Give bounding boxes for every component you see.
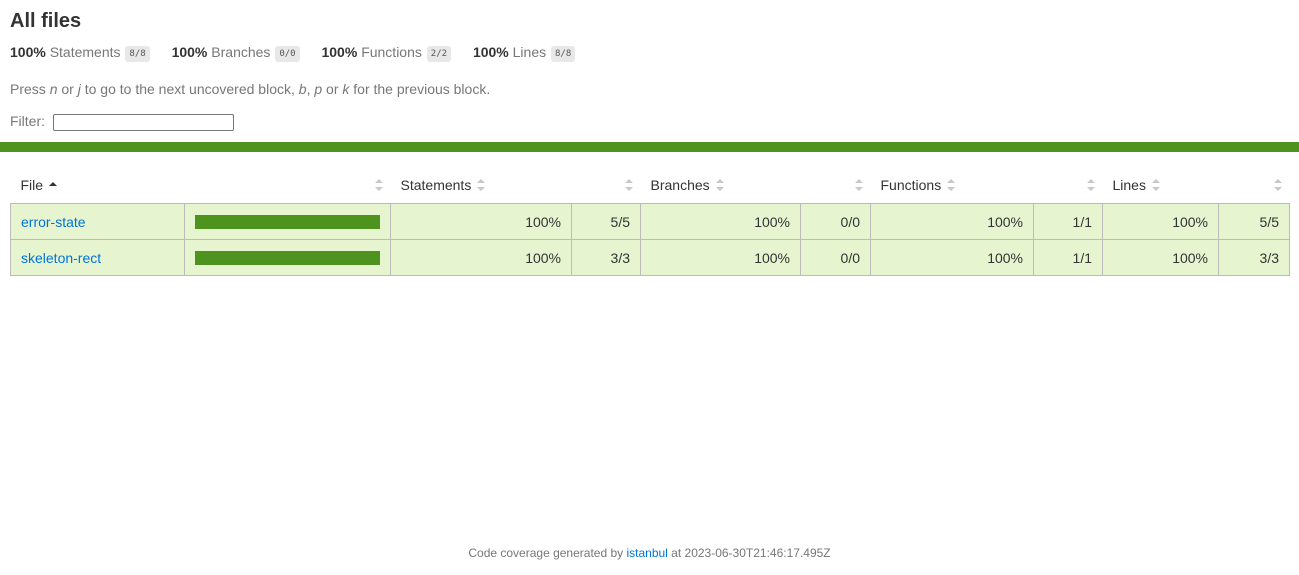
file-link[interactable]: skeleton-rect [21,250,101,266]
summary-lines: 100% Lines 8/8 [472,41,576,65]
lines-pct: 100% [1102,203,1219,240]
footer: Code coverage generated by istanbul at 2… [0,545,1299,561]
header-branches-raw[interactable] [801,167,871,204]
table-row: error-state 100% 5/5 100% 0/0 100% 1/1 1… [10,203,1290,240]
summary-functions-fraction: 2/2 [426,46,452,62]
sort-icon [374,179,383,191]
summary-statements: 100% Statements 8/8 [10,41,150,65]
summary-lines-fraction: 8/8 [551,46,576,62]
header-functions-label: Functions [880,177,942,193]
summary-functions-pct: 100% [321,44,358,60]
sort-icon [1273,179,1282,191]
header-branches-label: Branches [650,177,710,193]
statements-pct: 100% [390,203,572,240]
sort-icon [624,179,633,191]
lines-fraction: 5/5 [1218,203,1290,240]
filter-row: Filter: [10,110,1289,132]
sort-icon [477,179,486,192]
footer-suffix: at 2023-06-30T21:46:17.495Z [667,546,831,560]
header-statements-label: Statements [400,177,472,193]
hint-prefix: Press [10,81,50,97]
hint-suffix: for the previous block. [349,81,491,97]
sort-icon [1086,179,1095,191]
header-lines[interactable]: Lines [1103,167,1219,204]
lines-fraction: 3/3 [1218,239,1290,276]
header-file-label: File [20,177,44,193]
hint-mid: to go to the next uncovered block, [80,81,299,97]
table-row: skeleton-rect 100% 3/3 100% 0/0 100% 1/1… [10,239,1290,276]
coverage-status-bar [0,142,1299,152]
summary-statements-label: Statements [49,44,121,60]
coverage-chart-cell [184,203,391,240]
header-area: All files 100% Statements 8/8 100% Branc… [0,0,1299,132]
table-header-row: File Statements Branches Functions Lines [11,167,1290,204]
filter-input[interactable] [52,113,234,131]
sort-icon [854,179,863,191]
coverage-bar [195,250,380,265]
coverage-bar [195,214,380,229]
file-cell: skeleton-rect [10,239,185,276]
branches-pct: 100% [640,203,801,240]
istanbul-link[interactable]: istanbul [626,546,667,560]
summary-branches: 100% Branches 0/0 [172,41,300,65]
summary-branches-fraction: 0/0 [275,46,300,62]
summary-lines-label: Lines [512,44,547,60]
functions-pct: 100% [870,239,1034,276]
header-functions-raw[interactable] [1034,167,1103,204]
summary-statements-pct: 100% [10,44,46,60]
header-file[interactable]: File [11,167,185,204]
sort-ascending-icon [49,182,58,187]
header-branches[interactable]: Branches [641,167,801,204]
coverage-chart-cell [184,239,391,276]
hint-key-b: b [298,81,307,97]
hint-or-1: or [57,81,78,97]
sort-icon [947,179,956,192]
summary-statements-fraction: 8/8 [125,46,150,62]
page-title: All files [10,10,82,32]
summary-branches-label: Branches [211,44,271,60]
coverage-summary: 100% Statements 8/8 100% Branches 0/0 10… [10,41,1289,63]
functions-fraction: 1/1 [1033,239,1103,276]
functions-pct: 100% [870,203,1034,240]
branches-fraction: 0/0 [800,203,871,240]
branches-pct: 100% [640,239,801,276]
header-file-chart[interactable] [185,167,391,204]
header-lines-label: Lines [1112,177,1146,193]
header-lines-raw[interactable] [1219,167,1290,204]
functions-fraction: 1/1 [1033,203,1103,240]
filter-label: Filter: [10,113,45,129]
summary-functions-label: Functions [361,44,422,60]
coverage-table: File Statements Branches Functions Lines… [10,167,1290,276]
file-link[interactable]: error-state [21,214,86,230]
statements-pct: 100% [390,239,572,276]
summary-lines-pct: 100% [472,44,509,60]
header-statements[interactable]: Statements [391,167,572,204]
sort-icon [1151,179,1160,192]
branches-fraction: 0/0 [800,239,871,276]
summary-branches-pct: 100% [171,44,208,60]
header-functions[interactable]: Functions [871,167,1034,204]
hint-or-2: or [322,81,343,97]
footer-prefix: Code coverage generated by [468,546,627,560]
hint-key-p: p [314,81,323,97]
statements-fraction: 5/5 [571,203,641,240]
summary-functions: 100% Functions 2/2 [321,41,452,65]
header-statements-raw[interactable] [572,167,641,204]
statements-fraction: 3/3 [571,239,641,276]
file-cell: error-state [10,203,185,240]
lines-pct: 100% [1102,239,1219,276]
keyboard-hint: Press n or j to go to the next uncovered… [10,81,1289,97]
sort-icon [715,179,724,192]
